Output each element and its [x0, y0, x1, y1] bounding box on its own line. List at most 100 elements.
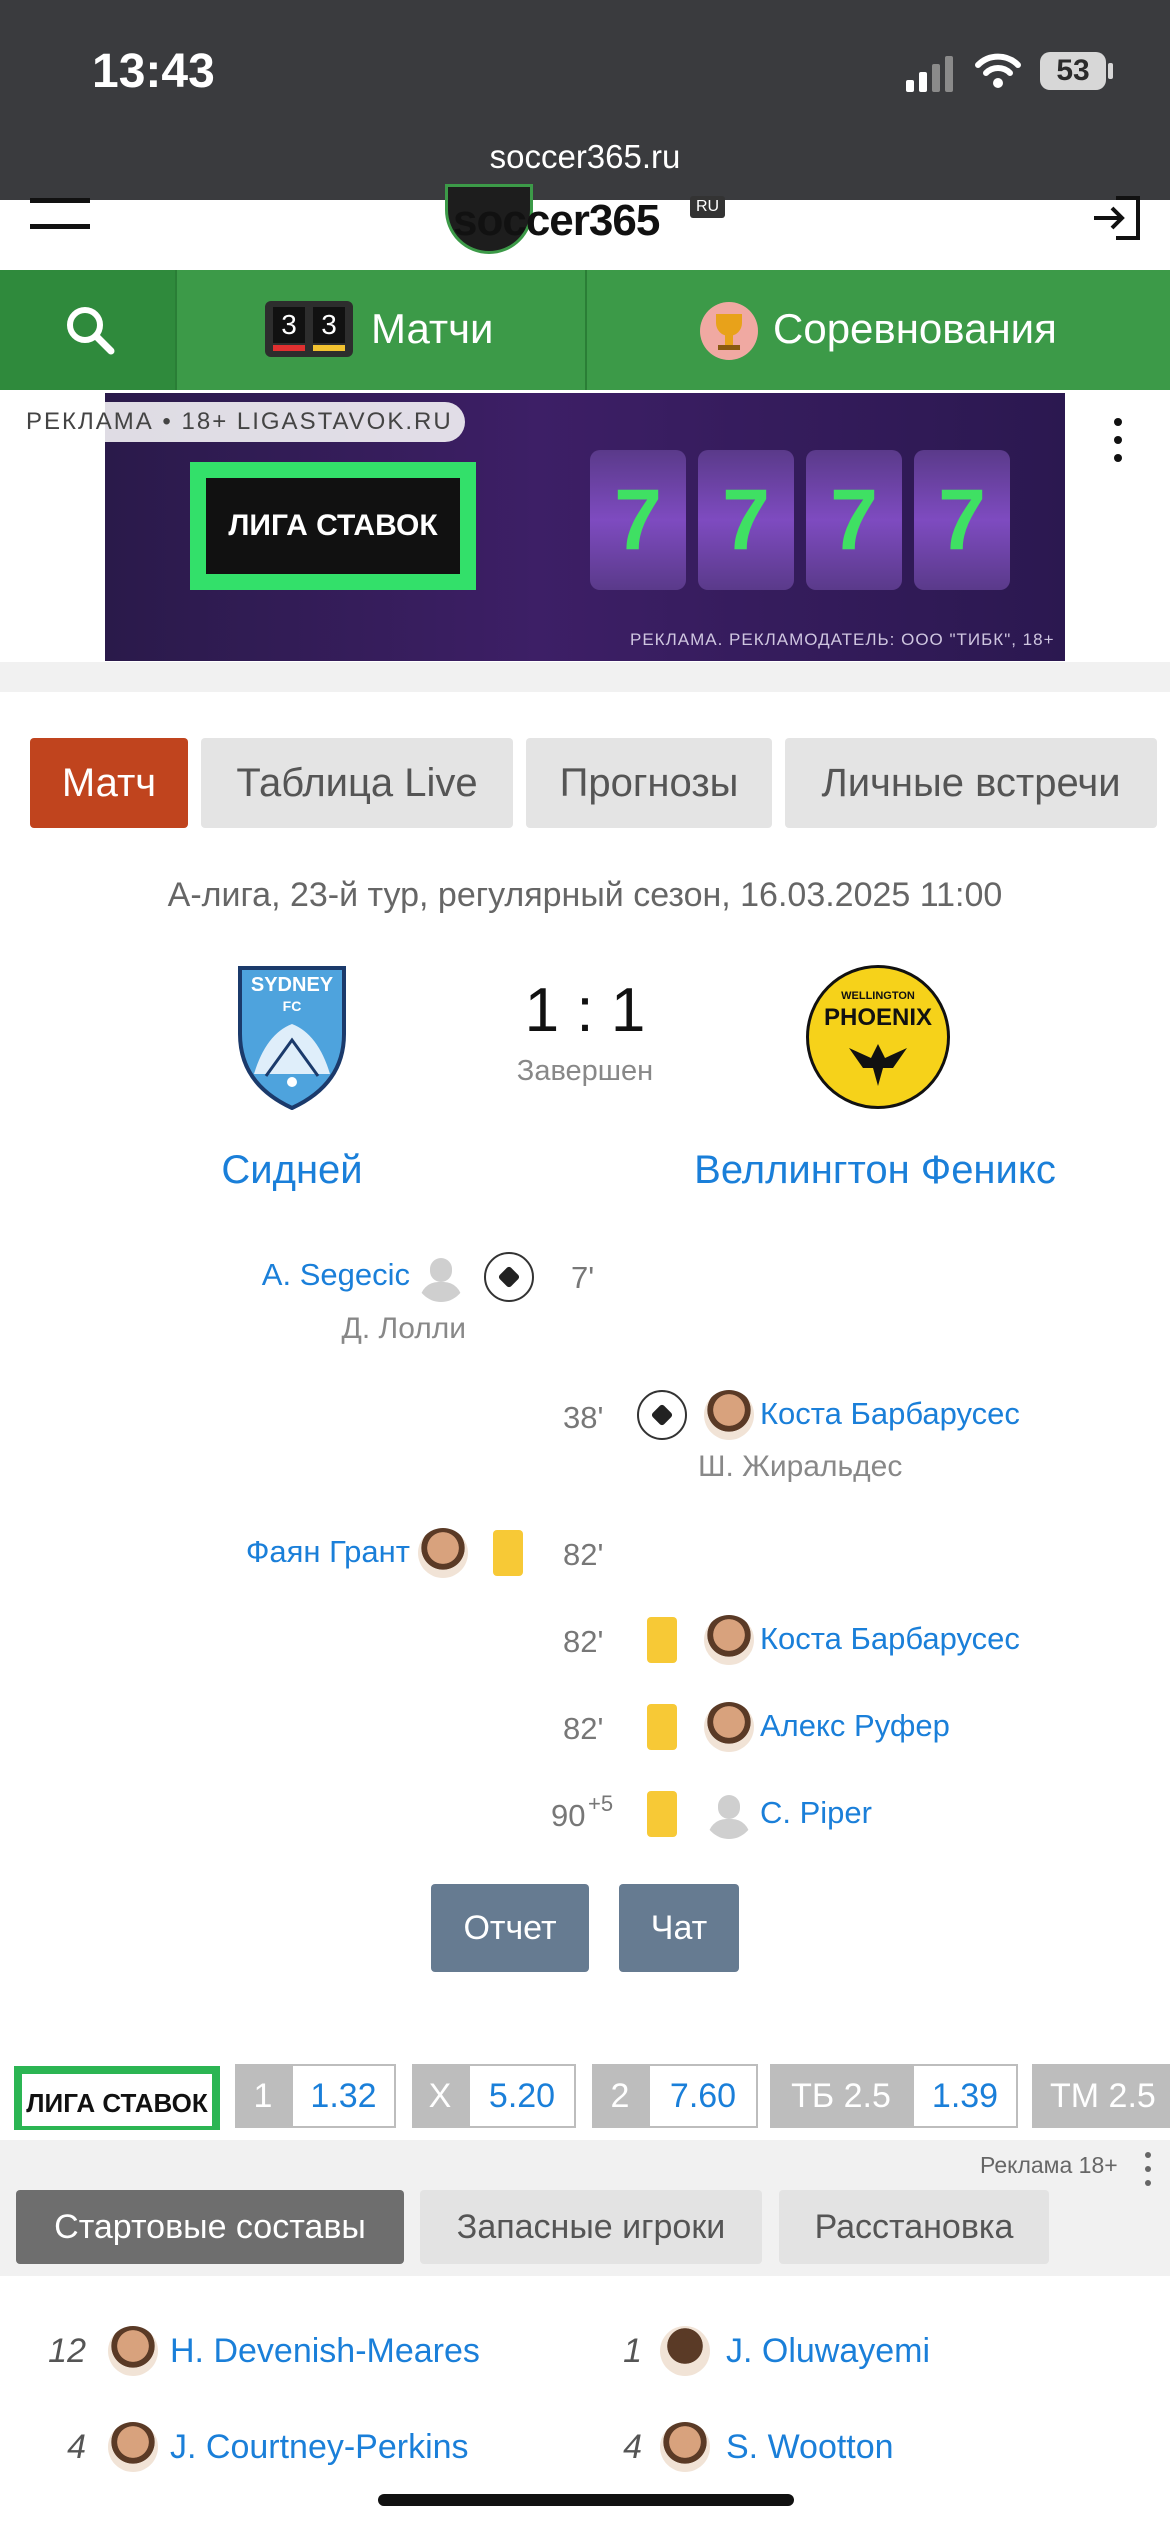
tab-formation[interactable]: Расстановка	[779, 2190, 1049, 2264]
odd-key[interactable]: X	[412, 2064, 468, 2128]
more-options-icon[interactable]	[1110, 418, 1126, 468]
status-time: 13:43	[92, 45, 215, 98]
odd-key[interactable]: 1	[235, 2064, 291, 2128]
logo-text: soccer365	[453, 196, 660, 245]
odd-key[interactable]: 2	[592, 2064, 648, 2128]
event-player[interactable]: Коста Барбарусес	[760, 1621, 1020, 1657]
nav-matches-label: Матчи	[371, 305, 494, 352]
ad-tag: РЕКЛАМА • 18+ LIGASTAVOK.RU	[14, 402, 465, 442]
player-avatar	[418, 1528, 468, 1578]
sydney-logo-text: SYDNEY	[250, 974, 334, 996]
tab-match[interactable]: Матч	[30, 738, 188, 828]
player-number: 4	[623, 2428, 642, 2466]
player-avatar	[704, 1702, 754, 1752]
address-bar-url[interactable]: soccer365.ru	[0, 138, 1170, 176]
battery-cap	[1108, 63, 1113, 79]
chat-button[interactable]: Чат	[619, 1884, 739, 1972]
home-indicator[interactable]	[378, 2494, 794, 2506]
nav-competitions[interactable]: Соревнования	[587, 270, 1170, 390]
odd-key[interactable]: ТБ 2.5	[770, 2064, 912, 2128]
event-player[interactable]: Фаян Грант	[150, 1534, 410, 1570]
event-minute: 38'	[563, 1400, 604, 1435]
player-avatar	[108, 2422, 158, 2472]
match-info: А-лига, 23-й тур, регулярный сезон, 16.0…	[167, 876, 1003, 914]
slot-reel: 7	[914, 450, 1010, 590]
tab-live-table[interactable]: Таблица Live	[201, 738, 513, 828]
slot-reel: 7	[590, 450, 686, 590]
nav-search-button[interactable]	[0, 270, 175, 390]
battery-icon: 53	[1040, 52, 1106, 90]
event-minute-extra: +5	[588, 1791, 614, 1816]
home-team-name[interactable]: Сидней	[142, 1148, 442, 1193]
event-player[interactable]: Коста Барбарусес	[760, 1396, 1020, 1432]
tab-head-to-head[interactable]: Личные встречи	[785, 738, 1157, 828]
odd-value[interactable]: 1.32	[291, 2064, 396, 2128]
odd-value[interactable]: 5.20	[468, 2064, 576, 2128]
phoenix-logo-top: WELLINGTON	[841, 990, 915, 1002]
yellow-card-icon	[493, 1530, 523, 1576]
player-avatar-placeholder-icon	[416, 1252, 466, 1302]
event-player[interactable]: C. Piper	[760, 1795, 872, 1831]
away-team-name[interactable]: Веллингтон Феникс	[660, 1148, 1090, 1193]
event-player[interactable]: Алекс Руфер	[760, 1708, 950, 1744]
phoenix-bird-icon	[849, 1044, 907, 1086]
nav-competitions-label: Соревнования	[773, 305, 1057, 352]
wellington-phoenix-logo[interactable]: WELLINGTON PHOENIX	[806, 965, 950, 1109]
ad-footer-text: РЕКЛАМА. РЕКЛАМОДАТЕЛЬ: ООО "ТИБК", 18+	[630, 630, 1055, 649]
report-button[interactable]: Отчет	[431, 1884, 589, 1972]
event-minute: 82'	[563, 1624, 604, 1659]
menu-icon[interactable]	[30, 198, 90, 234]
tab-substitutes[interactable]: Запасные игроки	[420, 2190, 762, 2264]
site-logo[interactable]: soccer365 RU	[445, 184, 726, 256]
player-avatar	[660, 2422, 710, 2472]
player-number: 4	[67, 2428, 86, 2466]
section-divider	[0, 662, 1170, 692]
more-options-icon[interactable]	[1143, 2150, 1153, 2190]
nav-matches[interactable]: 3 3 Матчи	[177, 270, 585, 390]
player-avatar-placeholder-icon	[704, 1789, 754, 1839]
sydney-logo-fc: FC	[282, 998, 302, 1014]
player-avatar	[660, 2326, 710, 2376]
event-minute: 90	[551, 1798, 586, 1833]
goal-ball-icon	[637, 1390, 687, 1440]
event-assist: Ш. Жиральдес	[698, 1450, 903, 1483]
lineup-player[interactable]: J. Courtney-Perkins	[170, 2428, 469, 2467]
slot-reel: 7	[806, 450, 902, 590]
wifi-icon	[975, 53, 1021, 88]
odd-value[interactable]: 1.39	[912, 2064, 1018, 2128]
goal-ball-icon	[484, 1252, 534, 1302]
event-player[interactable]: A. Segecic	[150, 1257, 410, 1293]
phoenix-logo-main: PHOENIX	[823, 1004, 933, 1031]
lineup-player[interactable]: J. Oluwayemi	[726, 2332, 930, 2371]
search-icon	[67, 307, 115, 355]
ad-logo-text: ЛИГА СТАВОК	[206, 478, 460, 574]
signal-icon	[906, 56, 953, 92]
event-minute: 82'	[563, 1711, 604, 1746]
logo-badge: RU	[690, 196, 726, 218]
tab-predictions[interactable]: Прогнозы	[526, 738, 772, 828]
tab-starting-lineups[interactable]: Стартовые составы	[16, 2190, 404, 2264]
odds-logo-text: ЛИГА СТАВОК	[26, 2088, 208, 2118]
match-status: Завершен	[516, 1055, 654, 1087]
event-minute: 7'	[571, 1260, 595, 1295]
yellow-card-icon	[647, 1704, 677, 1750]
yellow-card-icon	[647, 1791, 677, 1837]
player-number: 12	[48, 2332, 86, 2370]
match-score: 1 : 1	[524, 976, 646, 1045]
odd-key[interactable]: ТМ 2.5	[1032, 2064, 1170, 2128]
event-minute: 82'	[563, 1537, 604, 1572]
lineup-player[interactable]: S. Wootton	[726, 2428, 894, 2467]
scoreboard-icon: 3 3	[265, 301, 353, 357]
slot-reel: 7	[698, 450, 794, 590]
ad-note: Реклама 18+	[980, 2152, 1118, 2178]
player-avatar	[704, 1390, 754, 1440]
player-avatar	[704, 1615, 754, 1665]
trophy-icon	[700, 302, 758, 360]
login-icon[interactable]	[1090, 196, 1142, 240]
odd-value[interactable]: 7.60	[648, 2064, 758, 2128]
yellow-card-icon	[647, 1617, 677, 1663]
player-number: 1	[623, 2332, 642, 2370]
lineup-player[interactable]: H. Devenish-Meares	[170, 2332, 480, 2371]
player-avatar	[108, 2326, 158, 2376]
event-assist: Д. Лолли	[341, 1312, 466, 1345]
